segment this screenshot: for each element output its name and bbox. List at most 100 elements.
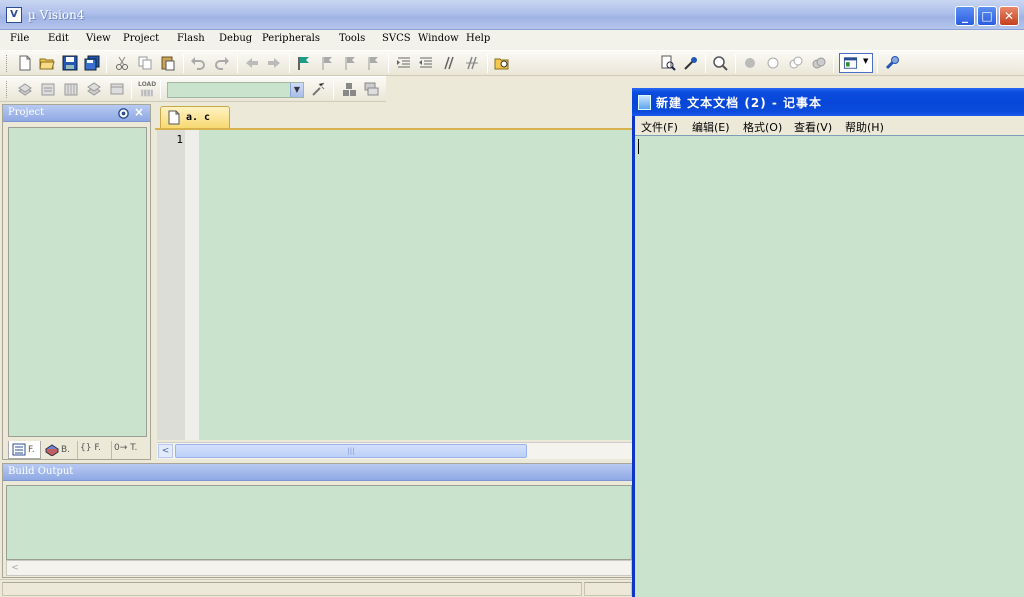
- horizontal-scrollbar[interactable]: < |||: [157, 442, 633, 459]
- new-file-icon[interactable]: [17, 55, 33, 71]
- menu-help[interactable]: Help: [466, 33, 490, 44]
- notepad-menu-view[interactable]: 查看(V): [794, 119, 832, 135]
- tab-label: F.: [28, 445, 35, 455]
- configure-wrench-icon[interactable]: [884, 55, 900, 71]
- fold-margin: [185, 130, 199, 440]
- manage-components-icon[interactable]: [341, 81, 357, 97]
- translate-icon[interactable]: [17, 81, 33, 97]
- previous-bookmark-icon[interactable]: [319, 55, 335, 71]
- toolbar-grip[interactable]: [6, 55, 9, 72]
- window-layout-dropdown[interactable]: ▼: [839, 53, 873, 73]
- toolbar-separator: [487, 54, 488, 73]
- disable-breakpoints-icon[interactable]: [788, 55, 804, 71]
- notepad-text-area[interactable]: [635, 135, 1024, 597]
- toolbar-grip[interactable]: [6, 81, 9, 98]
- cut-icon[interactable]: [114, 55, 130, 71]
- toolbar-separator: [183, 54, 184, 73]
- incremental-find-icon[interactable]: [660, 55, 676, 71]
- scroll-left-button[interactable]: <: [158, 444, 173, 458]
- tab-project-files[interactable]: F.: [8, 441, 41, 459]
- scroll-left-button[interactable]: <: [8, 562, 22, 574]
- build-output-title: Build Output: [8, 466, 74, 477]
- editor-frame: 1 < |||: [155, 128, 633, 460]
- tab-functions[interactable]: {} F.: [77, 441, 109, 459]
- toolbar-separator: [131, 80, 132, 99]
- open-folder-icon[interactable]: [39, 55, 55, 71]
- notepad-menu-help[interactable]: 帮助(H): [845, 119, 884, 135]
- notepad-app-icon[interactable]: [638, 95, 651, 110]
- tab-label: {} F.: [80, 443, 101, 453]
- target-select-combo[interactable]: ▼: [167, 82, 304, 98]
- find-in-files-icon[interactable]: [494, 55, 510, 71]
- build-output-panel: Build Output <: [2, 463, 633, 578]
- kill-breakpoints-icon[interactable]: [811, 55, 827, 71]
- undo-icon[interactable]: [190, 55, 206, 71]
- navigate-forward-icon[interactable]: [266, 55, 282, 71]
- insert-breakpoint-icon[interactable]: [742, 55, 758, 71]
- chevron-down-icon[interactable]: ▼: [290, 83, 303, 97]
- minimize-button[interactable]: _: [955, 6, 975, 26]
- menu-svcs[interactable]: SVCS: [382, 33, 411, 44]
- build-output-scrollbar[interactable]: <: [6, 560, 632, 576]
- uvision-app-icon[interactable]: V: [6, 7, 22, 23]
- notepad-menu-format[interactable]: 格式(O): [743, 119, 782, 135]
- toolbar-separator: [388, 54, 389, 73]
- menu-window[interactable]: Window: [418, 33, 459, 44]
- stop-build-icon[interactable]: [109, 81, 125, 97]
- notepad-title-bar[interactable]: 新建 文本文档 (2) - 记事本: [632, 88, 1024, 116]
- menu-edit[interactable]: Edit: [48, 33, 69, 44]
- chevron-down-icon: ▼: [863, 57, 869, 65]
- enable-breakpoint-icon[interactable]: [765, 55, 781, 71]
- redo-icon[interactable]: [214, 55, 230, 71]
- editor-tab-a-c[interactable]: a. c: [160, 106, 230, 128]
- pin-icon[interactable]: [117, 107, 130, 120]
- toolbar-separator: [833, 54, 834, 73]
- notepad-menu-bar: 文件(F) 编辑(E) 格式(O) 查看(V) 帮助(H): [635, 116, 1024, 135]
- batch-build-icon[interactable]: [86, 81, 102, 97]
- save-all-icon[interactable]: [84, 55, 100, 71]
- paste-icon[interactable]: [160, 55, 176, 71]
- notepad-menu-file[interactable]: 文件(F): [641, 119, 678, 135]
- tab-books[interactable]: B.: [43, 441, 75, 459]
- notepad-menu-edit[interactable]: 编辑(E): [692, 119, 730, 135]
- navigate-back-icon[interactable]: [244, 55, 260, 71]
- build-icon[interactable]: [40, 81, 56, 97]
- window-layout-icon: [843, 57, 858, 69]
- save-icon[interactable]: [62, 55, 78, 71]
- next-bookmark-icon[interactable]: [342, 55, 358, 71]
- target-options-icon[interactable]: [310, 81, 326, 97]
- build-output-text[interactable]: [6, 485, 632, 560]
- menu-view[interactable]: View: [86, 33, 111, 44]
- scroll-thumb[interactable]: |||: [175, 444, 527, 458]
- code-editor[interactable]: [199, 130, 633, 440]
- title-bar[interactable]: V µ Vision4 _ □ ✕: [0, 0, 1024, 30]
- menu-peripherals[interactable]: Peripherals: [262, 33, 320, 44]
- file-extensions-icon[interactable]: [363, 81, 379, 97]
- download-load-button[interactable]: LOAD: [138, 81, 156, 99]
- project-panel: Project × F. B. {} F. 0→ T.: [2, 104, 151, 460]
- document-icon: [168, 110, 180, 125]
- project-tree[interactable]: [8, 127, 147, 437]
- menu-debug[interactable]: Debug: [219, 33, 252, 44]
- comment-icon[interactable]: [441, 55, 457, 71]
- debug-session-icon[interactable]: [712, 55, 728, 71]
- close-panel-icon[interactable]: ×: [134, 105, 144, 119]
- close-button[interactable]: ✕: [999, 6, 1019, 26]
- maximize-button[interactable]: □: [977, 6, 997, 26]
- tab-templates[interactable]: 0→ T.: [111, 441, 147, 459]
- menu-file[interactable]: File: [10, 33, 29, 44]
- unindent-icon[interactable]: [418, 55, 434, 71]
- menu-flash[interactable]: Flash: [177, 33, 205, 44]
- clear-bookmarks-icon[interactable]: [365, 55, 381, 71]
- find-replace-icon[interactable]: [683, 55, 699, 71]
- bookmark-icon[interactable]: [296, 55, 312, 71]
- rebuild-icon[interactable]: [63, 81, 79, 97]
- copy-icon[interactable]: [137, 55, 153, 71]
- menu-tools[interactable]: Tools: [339, 33, 365, 44]
- menu-project[interactable]: Project: [123, 33, 159, 44]
- toolbar-separator: [705, 54, 706, 73]
- indent-icon[interactable]: [396, 55, 412, 71]
- notepad-window: 新建 文本文档 (2) - 记事本 文件(F) 编辑(E) 格式(O) 查看(V…: [632, 88, 1024, 597]
- uncomment-icon[interactable]: [464, 55, 480, 71]
- file-toolbar: ▼ ▼: [0, 50, 1024, 122]
